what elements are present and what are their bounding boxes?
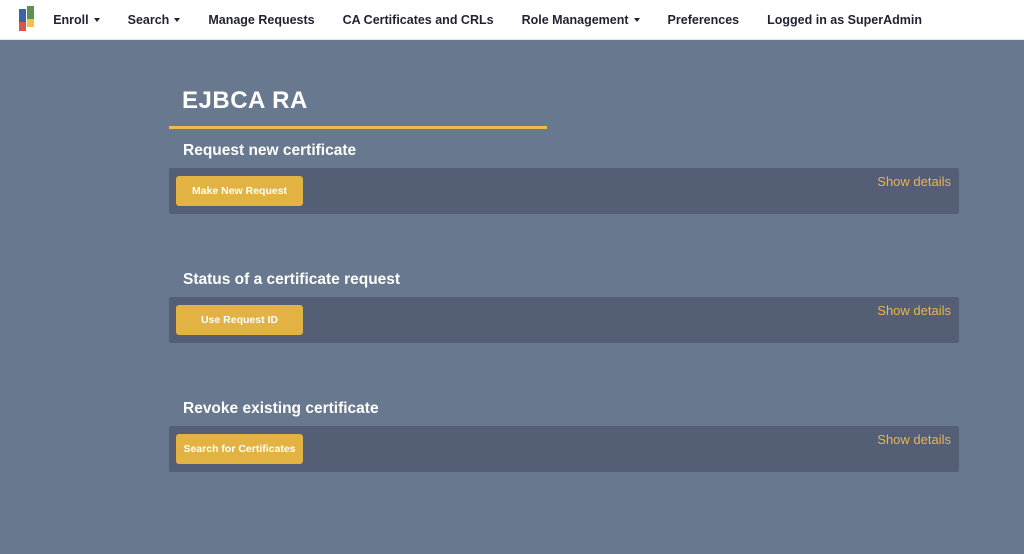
- ejbca-logo-icon: [19, 6, 35, 32]
- caret-down-icon: [634, 18, 640, 22]
- logo-bar-right: [27, 6, 34, 27]
- nav-item-label: Manage Requests: [208, 13, 314, 27]
- nav-item-label: CA Certificates and CRLs: [343, 13, 494, 27]
- page-title: EJBCA RA: [182, 86, 959, 115]
- nav-item-search[interactable]: Search: [114, 13, 195, 27]
- nav-item-ca-certificates-and-crls[interactable]: CA Certificates and CRLs: [329, 13, 508, 27]
- top-navbar: Enroll Search Manage Requests CA Certifi…: [0, 0, 1024, 40]
- search-for-certificates-button[interactable]: Search for Certificates: [176, 434, 303, 464]
- certificate-request-status-panel: Use Request ID Show details: [169, 297, 959, 343]
- logged-in-status: Logged in as SuperAdmin: [753, 13, 936, 27]
- nav-item-manage-requests[interactable]: Manage Requests: [194, 13, 328, 27]
- section-heading: Revoke existing certificate: [183, 400, 959, 418]
- show-details-link[interactable]: Show details: [877, 432, 951, 447]
- caret-down-icon: [94, 18, 100, 22]
- logged-in-status-label: Logged in as SuperAdmin: [767, 13, 922, 27]
- logo-bar-left: [19, 9, 26, 31]
- nav-item-label: Enroll: [53, 13, 88, 27]
- main-content: EJBCA RA Request new certificate Make Ne…: [169, 40, 959, 472]
- show-details-link[interactable]: Show details: [877, 174, 951, 189]
- section-heading: Request new certificate: [183, 142, 959, 160]
- make-new-request-button[interactable]: Make New Request: [176, 176, 303, 206]
- nav-item-label: Role Management: [522, 13, 629, 27]
- section-request-new-certificate: Request new certificate Make New Request…: [169, 142, 959, 214]
- request-new-certificate-panel: Make New Request Show details: [169, 168, 959, 214]
- caret-down-icon: [174, 18, 180, 22]
- section-heading: Status of a certificate request: [183, 271, 959, 289]
- main-menu: Enroll Search Manage Requests CA Certifi…: [39, 0, 936, 39]
- title-underline: [169, 126, 547, 129]
- use-request-id-button[interactable]: Use Request ID: [176, 305, 303, 335]
- show-details-link[interactable]: Show details: [877, 303, 951, 318]
- nav-item-enroll[interactable]: Enroll: [39, 13, 113, 27]
- section-certificate-request-status: Status of a certificate request Use Requ…: [169, 271, 959, 343]
- nav-item-role-management[interactable]: Role Management: [508, 13, 654, 27]
- section-revoke-existing-certificate: Revoke existing certificate Search for C…: [169, 400, 959, 472]
- nav-item-label: Search: [128, 13, 170, 27]
- revoke-existing-certificate-panel: Search for Certificates Show details: [169, 426, 959, 472]
- nav-item-label: Preferences: [668, 13, 740, 27]
- nav-item-preferences[interactable]: Preferences: [654, 13, 754, 27]
